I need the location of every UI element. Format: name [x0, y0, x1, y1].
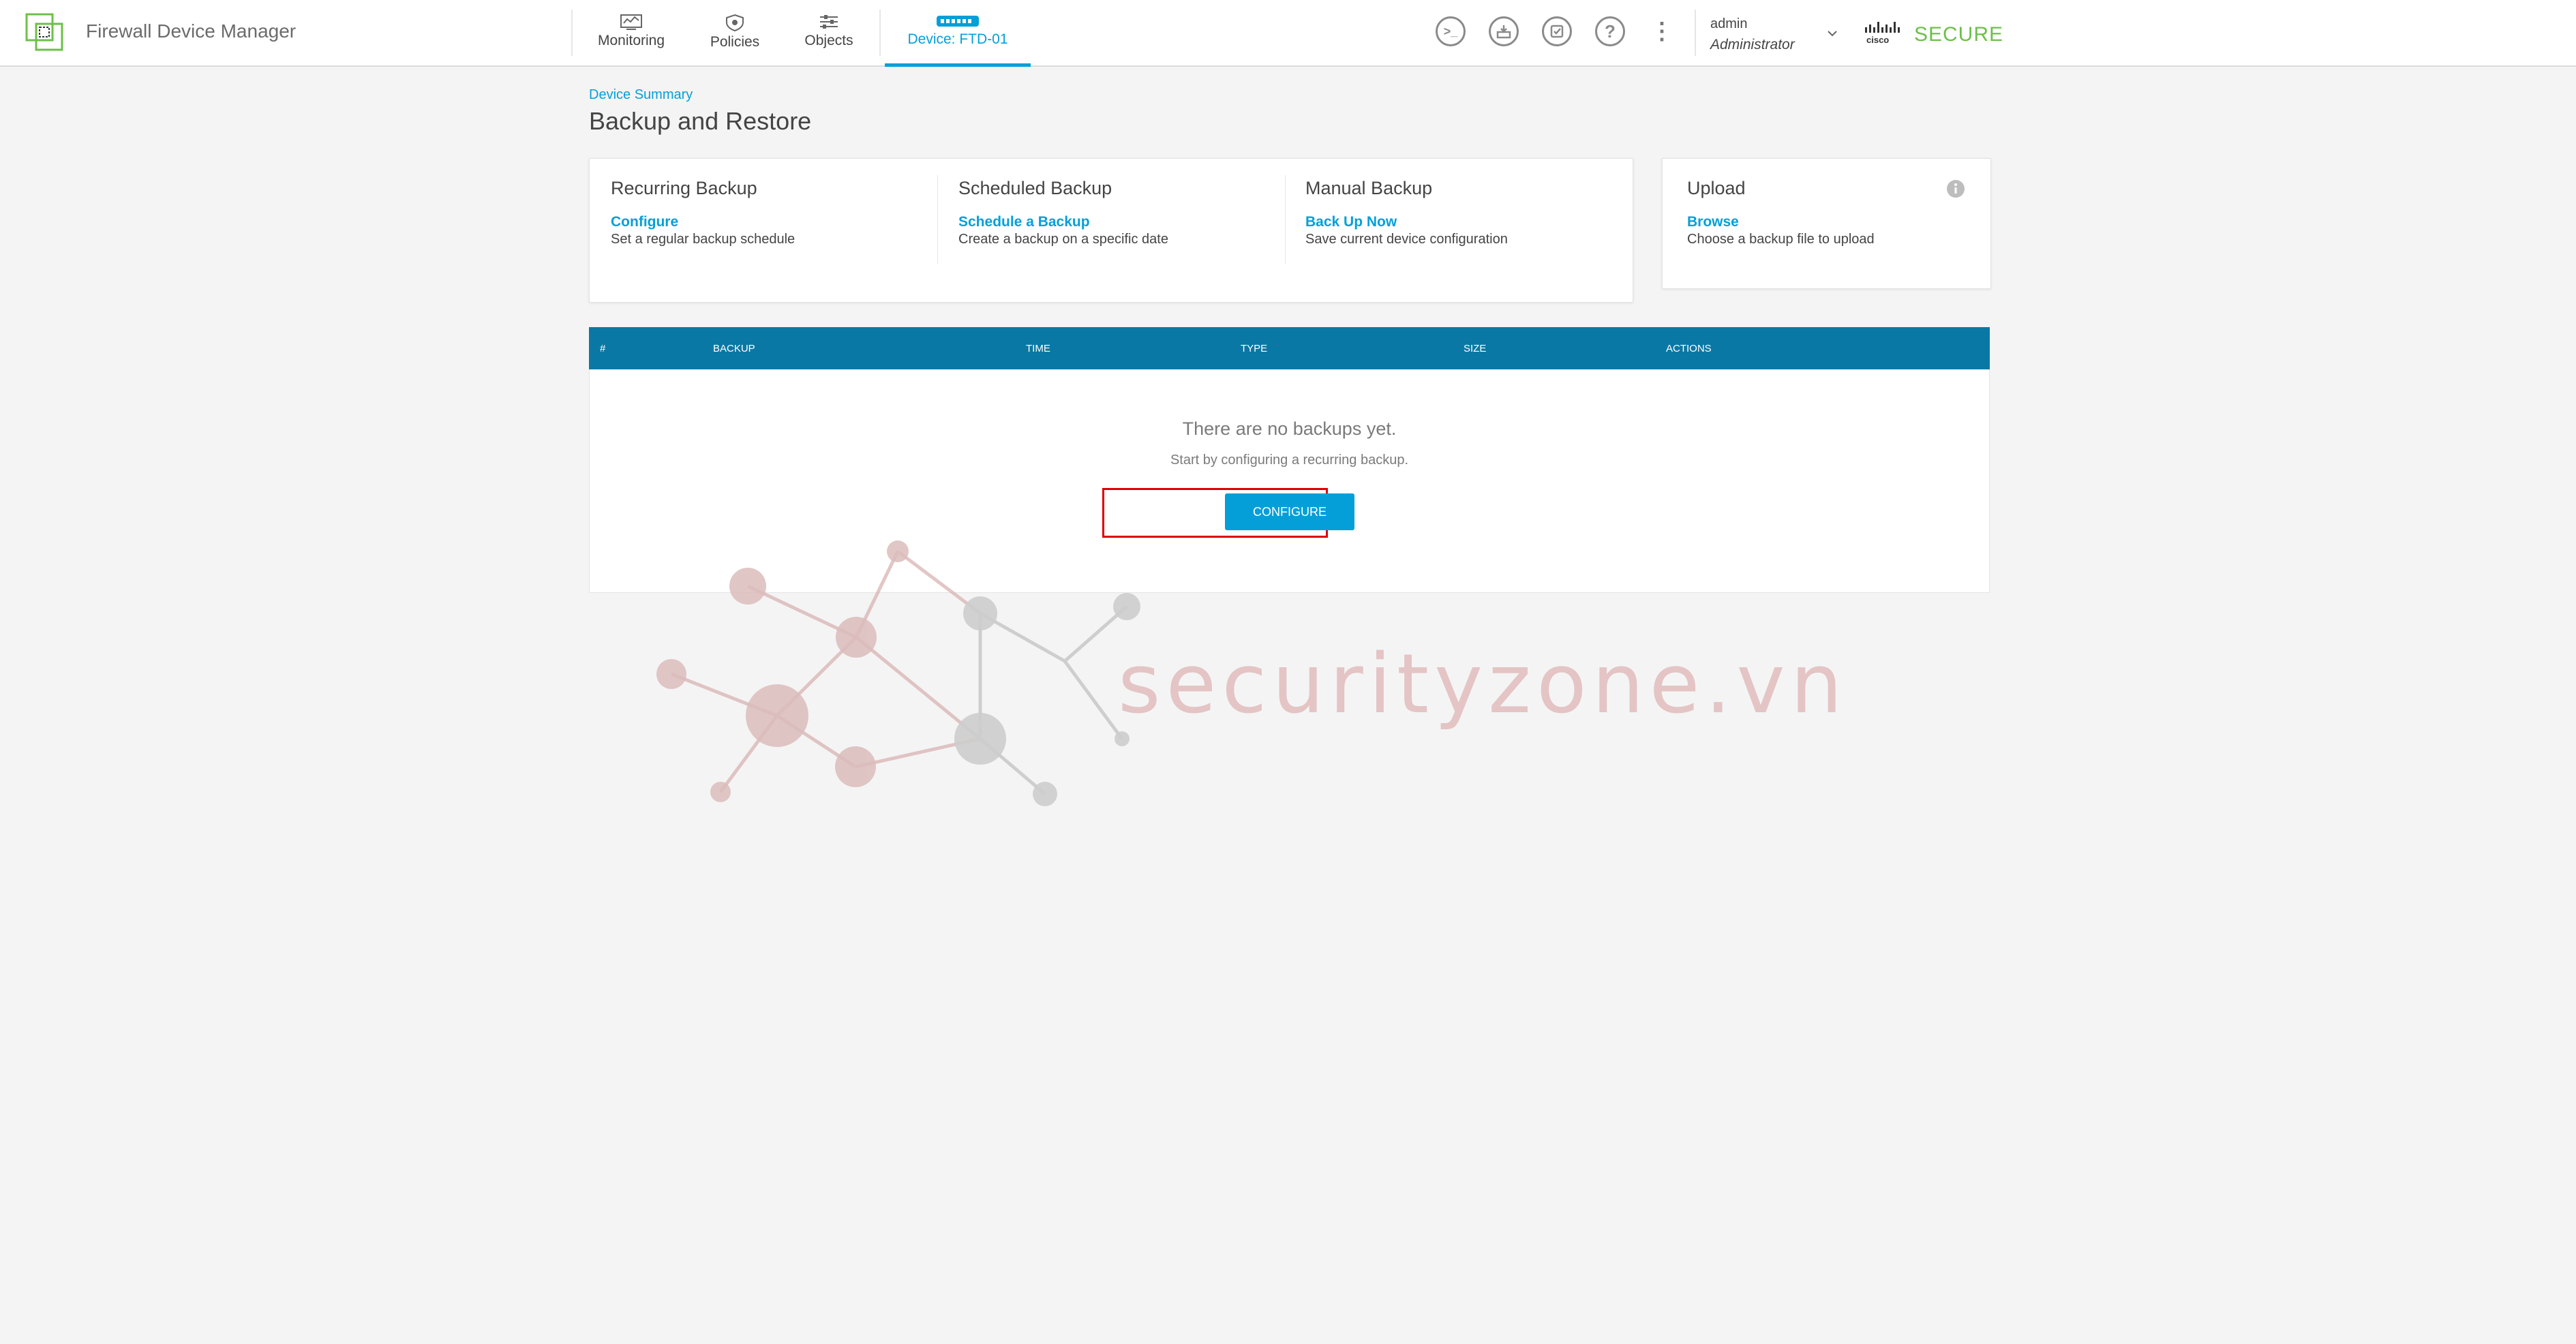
upload-title: Upload: [1687, 178, 1746, 198]
user-role: Administrator: [1710, 37, 1795, 52]
help-button[interactable]: ?: [1595, 16, 1625, 46]
tab-policies-label: Policies: [710, 34, 760, 50]
svg-text:securityzone.vn: securityzone.vn: [1118, 637, 1848, 732]
column-header-actions: ACTIONS: [1666, 343, 1712, 354]
nav-separator: [571, 10, 573, 56]
tab-objects[interactable]: Objects: [796, 0, 862, 67]
scheduled-backup-section: Scheduled Backup Schedule a Backup Creat…: [958, 159, 1279, 302]
policies-icon: [726, 14, 744, 31]
objects-icon: [820, 15, 838, 29]
backups-table-header: # BACKUP TIME TYPE SIZE ACTIONS: [589, 327, 1990, 369]
nav-separator: [879, 10, 881, 56]
empty-state-subtitle: Start by configuring a recurring backup.: [1170, 453, 1409, 468]
tab-policies[interactable]: Policies: [702, 0, 768, 67]
tab-device-label: Device: FTD-01: [907, 31, 1008, 47]
browse-link[interactable]: Browse: [1687, 214, 1739, 230]
breadcrumb-device-summary[interactable]: Device Summary: [589, 87, 693, 103]
monitoring-icon: [620, 14, 642, 30]
configure-button[interactable]: CONFIGURE: [1225, 493, 1354, 530]
schedule-backup-link[interactable]: Schedule a Backup: [958, 214, 1090, 230]
tab-objects-label: Objects: [804, 33, 853, 48]
page-title: Backup and Restore: [589, 107, 812, 135]
manual-backup-section: Manual Backup Back Up Now Save current d…: [1305, 159, 1626, 302]
recurring-backup-section: Recurring Backup Configure Set a regular…: [611, 159, 931, 302]
chevron-down-icon[interactable]: [1827, 30, 1838, 37]
column-header-number: #: [600, 343, 606, 354]
scheduled-backup-desc: Create a backup on a specific date: [958, 232, 1168, 247]
brand-secure-label: SECURE: [1914, 23, 2004, 46]
back-up-now-link[interactable]: Back Up Now: [1305, 214, 1397, 230]
column-header-time: TIME: [1026, 343, 1050, 354]
app-title: Firewall Device Manager: [86, 20, 297, 42]
configure-link[interactable]: Configure: [611, 214, 678, 230]
info-icon[interactable]: [1946, 179, 1965, 198]
svg-text:cisco: cisco: [1866, 35, 1889, 45]
terminal-icon: >_: [1443, 24, 1458, 38]
task-list-icon: [1550, 25, 1564, 38]
cli-console-button[interactable]: >_: [1436, 16, 1466, 46]
more-options-button[interactable]: ⋮: [1647, 16, 1677, 46]
user-name[interactable]: admin: [1710, 16, 1747, 32]
deploy-icon: [1496, 25, 1511, 39]
cisco-logo-icon: cisco: [1865, 22, 1900, 45]
upload-desc: Choose a backup file to upload: [1687, 232, 1875, 247]
column-divider: [937, 175, 938, 264]
tab-device[interactable]: Device: FTD-01: [885, 0, 1031, 67]
recurring-backup-title: Recurring Backup: [611, 178, 757, 198]
column-divider: [1285, 175, 1286, 264]
more-vertical-icon: ⋮: [1650, 18, 1673, 44]
device-icon: [937, 16, 979, 27]
manual-backup-title: Manual Backup: [1305, 178, 1433, 198]
task-list-button[interactable]: [1542, 16, 1572, 46]
empty-state-title: There are no backups yet.: [1182, 418, 1397, 439]
active-tab-indicator: [885, 63, 1031, 67]
header-separator: [1695, 10, 1696, 56]
recurring-backup-desc: Set a regular backup schedule: [611, 232, 795, 247]
upload-card: Upload Browse Choose a backup file to up…: [1662, 158, 1991, 289]
tab-monitoring-label: Monitoring: [597, 33, 665, 48]
help-icon: ?: [1605, 20, 1616, 42]
tab-monitoring[interactable]: Monitoring: [590, 0, 672, 67]
backup-options-card: Recurring Backup Configure Set a regular…: [589, 158, 1633, 303]
column-header-type: TYPE: [1241, 343, 1268, 354]
fdm-logo-icon[interactable]: [25, 12, 64, 52]
scheduled-backup-title: Scheduled Backup: [958, 178, 1112, 198]
manual-backup-desc: Save current device configuration: [1305, 232, 1508, 247]
column-header-size: SIZE: [1464, 343, 1487, 354]
deploy-button[interactable]: [1489, 16, 1519, 46]
top-header: Firewall Device Manager Monitoring Polic…: [0, 0, 2576, 67]
column-header-backup: BACKUP: [713, 343, 755, 354]
watermark-logo: securityzone.vn: [656, 540, 1848, 806]
